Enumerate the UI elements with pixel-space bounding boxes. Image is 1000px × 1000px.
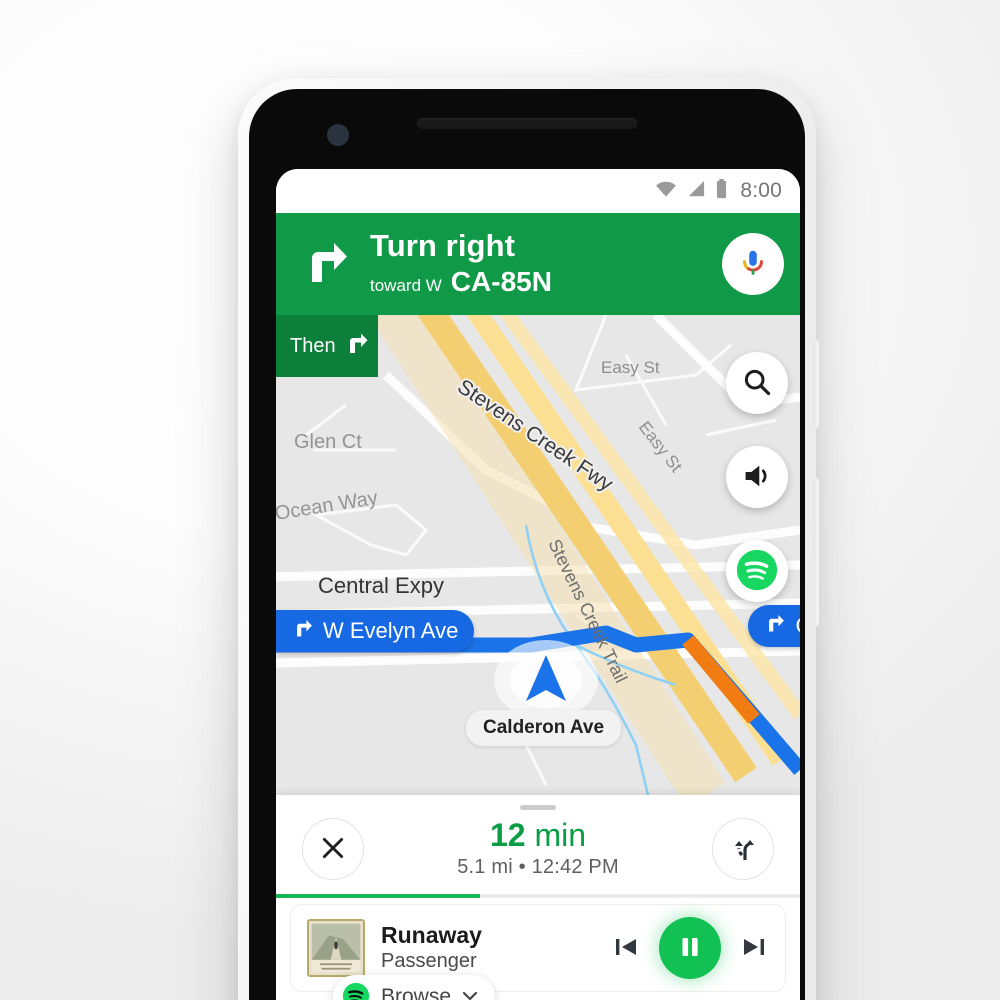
wifi-icon — [655, 180, 677, 203]
power-button[interactable] — [813, 340, 819, 428]
map-search-button[interactable] — [726, 352, 788, 414]
map-label-central-expy: Central Expy — [318, 573, 444, 598]
route-badge-label: W Evelyn Ave — [323, 618, 459, 643]
volume-up-icon — [741, 460, 773, 495]
skip-previous-icon — [611, 932, 641, 965]
eta-row: 12 min 5.1 mi • 12:42 PM — [276, 810, 800, 894]
route-badge-label: CA — [795, 613, 800, 639]
navigation-header: Turn right toward W CA-85N — [276, 213, 800, 315]
eta-details: 5.1 mi • 12:42 PM — [364, 856, 712, 879]
bottom-sheet: 12 min 5.1 mi • 12:42 PM Runaway Passeng… — [276, 795, 800, 1000]
alternate-routes-icon — [728, 833, 758, 866]
eta-duration-value: 12 — [489, 816, 526, 853]
search-icon — [742, 367, 772, 400]
street-name-chip: Calderon Ave — [466, 710, 622, 746]
track-artist: Passenger — [381, 949, 477, 972]
album-art — [307, 919, 365, 977]
navigation-road-name: CA-85N — [450, 265, 552, 297]
turn-right-arrow-icon — [300, 236, 352, 293]
map-spotify-button[interactable] — [726, 540, 788, 602]
media-controls — [611, 917, 769, 979]
phone-device: 8:00 Turn right toward W CA-85N Stevens … — [238, 78, 819, 1000]
pause-icon — [677, 934, 703, 963]
google-assistant-mic-button[interactable] — [722, 233, 784, 295]
eta-duration: 12 min — [364, 816, 712, 853]
skip-next-icon — [739, 932, 769, 965]
navigation-text-block: Turn right toward W CA-85N — [370, 230, 722, 298]
eta-separator: • — [518, 856, 526, 879]
alternate-routes-button[interactable] — [712, 818, 774, 880]
chevron-down-icon — [461, 987, 479, 1000]
earpiece-speaker — [417, 118, 637, 129]
navigation-subtext: toward W CA-85N — [370, 266, 722, 298]
eta-arrival-time: 12:42 PM — [531, 856, 619, 879]
google-assistant-mic-icon — [736, 246, 770, 283]
map-volume-button[interactable] — [726, 446, 788, 508]
eta-distance: 5.1 mi — [457, 856, 513, 879]
skip-next-button[interactable] — [739, 932, 769, 965]
map-area[interactable]: Stevens Creek Fwy Easy St Easy St Glen C… — [276, 315, 800, 795]
track-metadata: Runaway Passenger — [381, 922, 611, 973]
turn-right-arrow-icon — [344, 330, 370, 362]
spotify-browse-chip[interactable]: Browse — [333, 975, 496, 1000]
media-player-card: Runaway Passenger Browse — [290, 904, 786, 1000]
eta-summary: 12 min 5.1 mi • 12:42 PM — [364, 816, 712, 880]
spotify-icon — [734, 547, 780, 596]
navigation-instruction: Turn right — [370, 228, 516, 264]
close-navigation-button[interactable] — [302, 818, 364, 880]
battery-icon — [715, 178, 728, 204]
then-maneuver-banner: Then — [276, 315, 378, 377]
turn-right-arrow-icon — [292, 617, 314, 645]
media-progress-fill — [276, 894, 481, 898]
eta-duration-unit: min — [534, 816, 587, 853]
route-badge-ca: CA — [748, 605, 800, 647]
turn-right-arrow-icon — [764, 612, 786, 640]
front-camera — [327, 124, 349, 146]
track-title: Runaway — [381, 922, 482, 949]
map-label-easy-st-1: Easy St — [601, 358, 660, 377]
play-pause-button[interactable] — [659, 917, 721, 979]
browse-label: Browse — [381, 985, 452, 1000]
status-bar-time: 8:00 — [740, 179, 782, 202]
phone-screen: 8:00 Turn right toward W CA-85N Stevens … — [276, 169, 800, 1000]
close-x-icon — [320, 835, 346, 864]
route-badge-evelyn: W Evelyn Ave — [276, 610, 475, 652]
status-bar: 8:00 — [276, 169, 800, 213]
spotify-icon — [341, 981, 371, 1000]
navigation-toward-prefix: toward W — [370, 275, 442, 295]
skip-previous-button[interactable] — [611, 932, 641, 965]
cell-signal-icon — [686, 180, 706, 203]
map-label-glen-ct: Glen Ct — [294, 431, 362, 453]
phone-bezel: 8:00 Turn right toward W CA-85N Stevens … — [249, 89, 805, 1000]
volume-rocker-button[interactable] — [813, 478, 819, 626]
then-label: Then — [290, 334, 336, 357]
media-progress-track[interactable] — [276, 894, 800, 898]
